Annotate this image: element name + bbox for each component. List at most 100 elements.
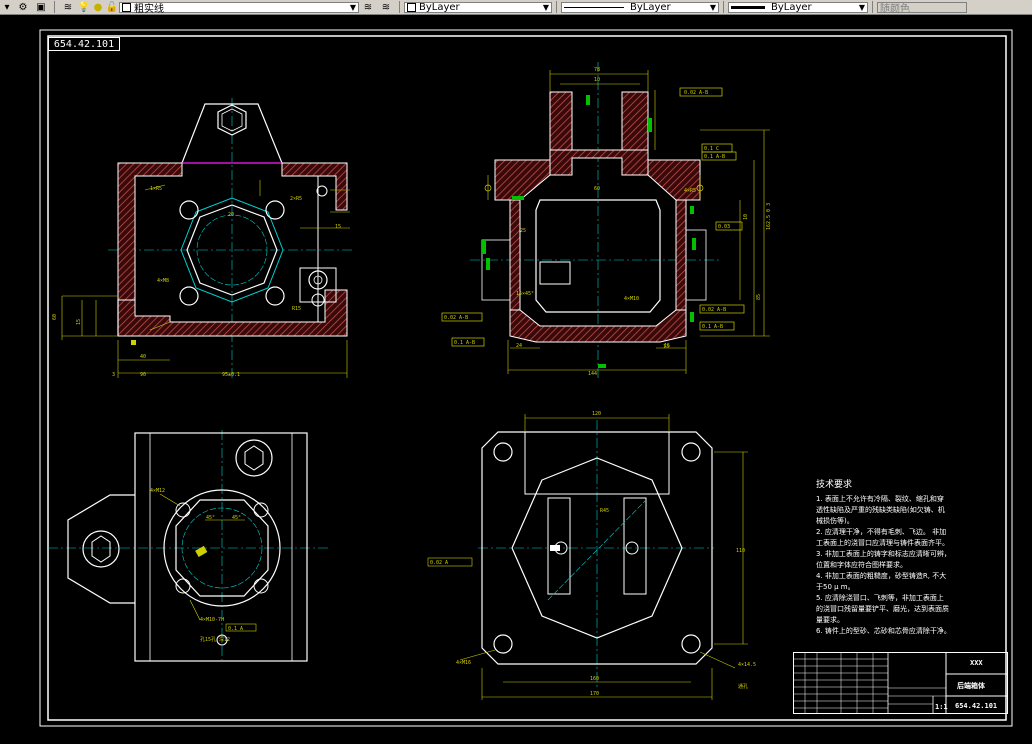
dropdown-arrow-icon[interactable]: ▾ — [2, 1, 12, 13]
svg-text:95±0.1: 95±0.1 — [222, 372, 240, 378]
note-line: 1. 表面上不允许有冷隔、裂纹、缩孔和穿 — [816, 495, 944, 503]
chevron-down-icon: ▼ — [349, 2, 356, 12]
linetype-value: ByLayer — [630, 1, 671, 13]
svg-text:170: 170 — [590, 691, 599, 697]
svg-text:0.02 A: 0.02 A — [430, 560, 448, 566]
bottom-right-view: 120 160 170 110 4×M16 4×14.5 通孔 0.02 A R… — [427, 411, 756, 700]
svg-text:4×M10: 4×M10 — [624, 296, 639, 302]
svg-text:10: 10 — [743, 214, 749, 220]
svg-text:0.02 A-B: 0.02 A-B — [684, 90, 708, 96]
svg-text:162.5 0 3: 162.5 0 3 — [766, 203, 772, 230]
left-bottom-view: 4×M12 45° 45° 4×M10-7H 孔15孔 深12 0.1 A — [48, 430, 330, 662]
svg-text:20: 20 — [228, 212, 234, 218]
layer-dropdown[interactable]: 粗实线 ▼ — [119, 1, 359, 15]
color-swatch — [407, 2, 416, 12]
svg-text:0.1 A-B: 0.1 A-B — [454, 340, 475, 346]
note-line: 6. 铸件上的型砂、芯砂和芯骨应清除干净。 — [816, 627, 951, 635]
plotstyle-value: 随颜色 — [880, 3, 910, 15]
linetype-preview — [564, 6, 624, 8]
part-name: 后端箱体 — [957, 682, 985, 690]
svg-text:85: 85 — [756, 294, 762, 300]
note-line: 的浇冒口残留量要铲平、磨光，达到表面质 — [816, 605, 949, 613]
svg-text:1×R5: 1×R5 — [150, 186, 162, 192]
svg-text:45°: 45° — [206, 515, 215, 521]
svg-text:0.1 A-B: 0.1 A-B — [704, 154, 725, 160]
toolbar-separator — [399, 1, 400, 13]
layer-manager-icon[interactable]: ≋ — [61, 1, 75, 13]
front-section-view: 95±0.1 90 40 3 60 15 1×R5 2×R5 R15 15 4×… — [52, 98, 352, 378]
color-dropdown[interactable]: ByLayer ▼ — [404, 1, 552, 13]
svg-text:R15: R15 — [292, 306, 301, 312]
linetype-dropdown[interactable]: ByLayer ▼ — [561, 1, 719, 13]
technical-notes: 技术要求 1. 表面上不允许有冷隔、裂纹、缩孔和穿 透性缺陷及严重的残缺类缺陷(… — [816, 480, 996, 637]
svg-text:120: 120 — [592, 411, 601, 417]
svg-text:0.03: 0.03 — [718, 224, 730, 230]
drawing-ref-label: 654.42.101 — [48, 37, 120, 51]
svg-text:13: 13 — [663, 344, 669, 350]
svg-text:60: 60 — [594, 186, 600, 192]
plotstyle-dropdown[interactable]: 随颜色 — [877, 1, 967, 15]
svg-text:4×14.5: 4×14.5 — [738, 662, 756, 668]
note-line: 4. 非加工表面的粗糙度，砂型铸造R, 不大 — [816, 572, 947, 580]
toolbar-separator — [723, 1, 724, 13]
svg-text:4×M10-7H: 4×M10-7H — [200, 617, 224, 623]
side-section-view: 78 10 60 144 24 15 15×45° 162.5 0 3 85 1… — [441, 62, 772, 378]
title-block: XXX 后端箱体 1:1 654.42.101 — [793, 652, 1008, 714]
properties-toolbar: ▾ ⚙ ▣ ≋ 💡 ● 🔓 粗实线 ▼ ≋ ≋ ByLayer ▼ ByLaye… — [0, 0, 1032, 15]
toolbar-separator — [556, 1, 557, 13]
layer-state-icon[interactable]: ⚙ — [16, 1, 30, 13]
svg-text:4×M16: 4×M16 — [456, 660, 471, 666]
svg-text:160: 160 — [590, 676, 599, 682]
svg-text:60: 60 — [52, 314, 58, 320]
svg-text:0.02 A-B: 0.02 A-B — [702, 307, 726, 313]
note-line: 工表面上的浇冒口应清理与铸件表面齐平。 — [816, 539, 949, 547]
layer-previous-icon[interactable]: ▣ — [34, 1, 48, 13]
note-line: 3. 非加工表面上的铸字和标志应清晰可辨， — [816, 550, 951, 558]
svg-text:4×M8: 4×M8 — [157, 278, 169, 284]
layer-lock-icon[interactable]: 🔓 — [106, 1, 118, 13]
svg-text:2×R5: 2×R5 — [290, 196, 302, 202]
note-line: 于50 μ m。 — [816, 583, 855, 591]
drawing-number: 654.42.101 — [955, 702, 998, 710]
layer-color-swatch — [122, 2, 131, 12]
notes-title: 技术要求 — [816, 480, 853, 490]
svg-text:4×R5: 4×R5 — [684, 188, 696, 194]
svg-text:45°: 45° — [232, 515, 241, 521]
svg-text:R45: R45 — [600, 508, 609, 514]
layer-name: 粗实线 — [134, 3, 164, 15]
lineweight-value: ByLayer — [771, 1, 812, 13]
scale-value: 1:1 — [935, 703, 948, 711]
company-name: XXX — [970, 659, 983, 667]
note-line: 2. 应清理干净，不得有毛刺、飞边。 非加 — [816, 528, 947, 536]
chevron-down-icon: ▼ — [858, 2, 865, 12]
note-line: 量要求。 — [816, 616, 844, 624]
note-line: 位置和字体应符合图样要求。 — [816, 561, 907, 569]
svg-text:通孔: 通孔 — [738, 683, 748, 690]
svg-text:孔15孔 深12: 孔15孔 深12 — [200, 636, 230, 643]
svg-text:90: 90 — [140, 372, 146, 378]
svg-text:0.1 A-B: 0.1 A-B — [702, 324, 723, 330]
svg-text:78: 78 — [594, 67, 600, 73]
note-line: 械损伤等)。 — [816, 517, 854, 525]
svg-text:15: 15 — [335, 224, 341, 230]
lineweight-preview — [731, 5, 765, 9]
svg-text:0.1 C: 0.1 C — [704, 146, 719, 152]
toolbar-separator — [872, 1, 873, 13]
layer-freeze-icon[interactable]: ● — [93, 1, 103, 13]
svg-text:4×M12: 4×M12 — [150, 488, 165, 494]
svg-text:0.1 A: 0.1 A — [228, 626, 243, 632]
make-current-icon[interactable]: ≋ — [361, 1, 375, 13]
svg-text:24: 24 — [516, 343, 522, 349]
svg-text:40: 40 — [140, 354, 146, 360]
svg-text:10: 10 — [594, 77, 600, 83]
layer-on-icon[interactable]: 💡 — [78, 1, 90, 13]
lineweight-dropdown[interactable]: ByLayer ▼ — [728, 1, 868, 13]
note-line: 5. 应清除浇冒口、飞刺等，非加工表面上 — [816, 594, 944, 602]
layer-match-icon[interactable]: ≋ — [379, 1, 393, 13]
svg-text:3: 3 — [112, 372, 115, 378]
svg-text:0.02 A-B: 0.02 A-B — [444, 315, 468, 321]
svg-text:144: 144 — [588, 371, 597, 377]
note-line: 透性缺陷及严重的残缺类缺陷(如欠铸、机 — [816, 506, 945, 514]
svg-text:25: 25 — [520, 228, 526, 234]
svg-text:15: 15 — [76, 319, 82, 325]
